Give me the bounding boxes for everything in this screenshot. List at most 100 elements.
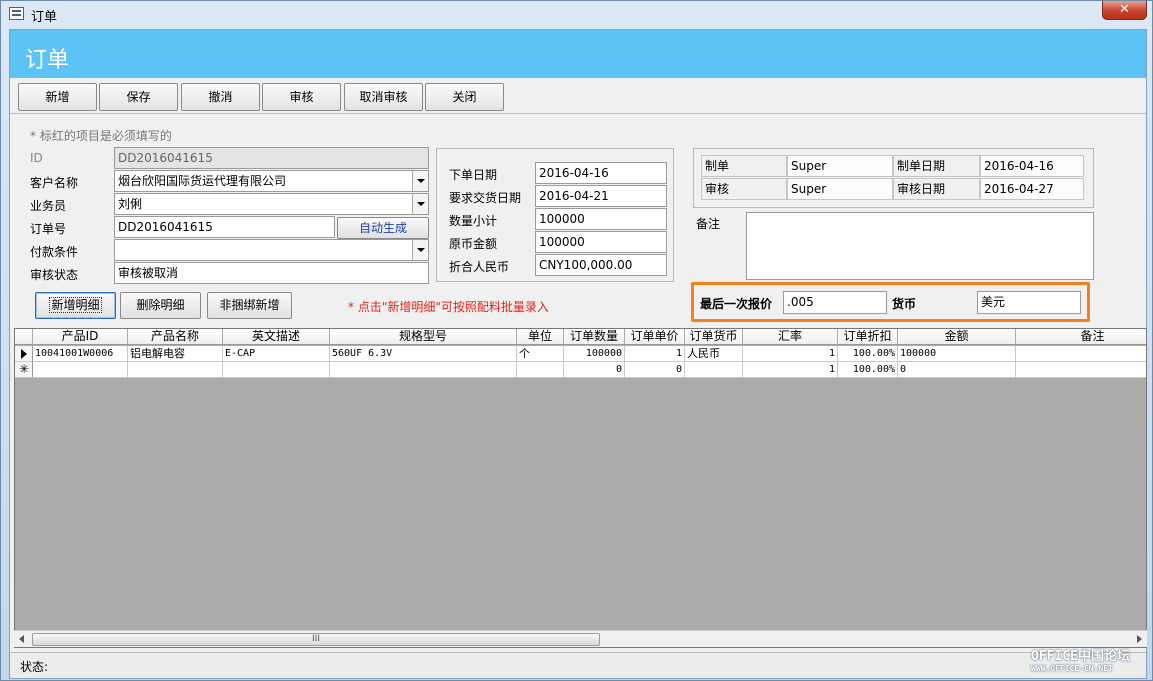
orig-amount-field: 100000: [535, 231, 667, 253]
col-header[interactable]: 产品名称: [128, 329, 223, 345]
col-header[interactable]: 订单货币: [685, 329, 743, 345]
audit-info-panel: 制单 Super 制单日期 2016-04-16 审核 Super 审核日期 2…: [693, 148, 1094, 208]
table-cell[interactable]: 0: [898, 362, 1016, 378]
table-cell[interactable]: 1: [743, 346, 838, 362]
audit-status-label: 审核状态: [30, 268, 79, 282]
unbundled-add-button[interactable]: 非捆绑新增: [207, 292, 292, 319]
page-title: 订单: [25, 48, 70, 73]
close-window-button[interactable]: ✕: [1102, 1, 1147, 20]
table-cell[interactable]: [128, 362, 223, 378]
table-cell[interactable]: 1: [625, 346, 685, 362]
order-date-label: 下单日期: [449, 168, 498, 182]
table-cell[interactable]: [33, 362, 128, 378]
col-header[interactable]: 金额: [898, 329, 1016, 345]
order-detail-grid: 产品ID 产品名称 英文描述 规格型号 单位 订单数量 订单单价 订单货币 汇率…: [14, 328, 1147, 648]
remark-textarea[interactable]: [746, 212, 1094, 280]
table-cell[interactable]: [1016, 362, 1146, 378]
order-summary-panel: 下单日期 2016-04-16 要求交货日期 2016-04-21 数量小计 1…: [436, 148, 674, 282]
salesman-label: 业务员: [30, 199, 67, 213]
table-cell[interactable]: 100.00%: [838, 346, 898, 362]
order-no-field[interactable]: DD2016041615: [114, 216, 335, 238]
undo-button[interactable]: 撤消: [181, 83, 260, 111]
col-header[interactable]: 单位: [517, 329, 564, 345]
table-cell[interactable]: 人民币: [685, 346, 743, 362]
table-cell[interactable]: [517, 362, 564, 378]
horizontal-scrollbar[interactable]: III: [14, 630, 1147, 647]
status-bar: 状态:: [10, 652, 1146, 678]
col-header[interactable]: 英文描述: [223, 329, 330, 345]
last-price-field: .005: [783, 291, 887, 314]
scroll-right-icon[interactable]: [1137, 635, 1142, 643]
col-header[interactable]: 规格型号: [330, 329, 517, 345]
window-title: 订单: [31, 10, 58, 25]
new-row-selector[interactable]: ✳: [15, 362, 33, 378]
customer-label: 客户名称: [30, 176, 79, 190]
delivery-date-label: 要求交货日期: [449, 191, 522, 205]
scrollbar-thumb[interactable]: III: [32, 633, 600, 646]
new-button[interactable]: 新增: [18, 83, 97, 111]
table-cell[interactable]: 100.00%: [838, 362, 898, 378]
make-date-label: 制单日期: [893, 155, 980, 177]
audit-status-field: 审核被取消: [114, 262, 429, 284]
table-cell[interactable]: 100000: [564, 346, 625, 362]
cancel-audit-button[interactable]: 取消审核: [344, 83, 423, 111]
order-no-label: 订单号: [30, 222, 67, 236]
watermark-line2: WWW.OFFICE-CN.NET: [1031, 664, 1113, 673]
site-watermark: OFFICE中国论坛 WWW.OFFICE-CN.NET: [1031, 650, 1149, 674]
table-header-row: 产品ID 产品名称 英文描述 规格型号 单位 订单数量 订单单价 订单货币 汇率…: [15, 329, 1146, 345]
col-header[interactable]: 产品ID: [33, 329, 128, 345]
col-header[interactable]: 订单折扣: [838, 329, 898, 345]
batch-entry-hint: * 点击"新增明细"可按照配料批量录入: [348, 300, 549, 314]
customer-select[interactable]: 烟台欣阳国际货运代理有限公司: [114, 170, 429, 192]
salesman-select[interactable]: 刘俐: [114, 193, 429, 215]
status-label: 状态:: [20, 660, 49, 674]
id-label: ID: [30, 151, 43, 165]
table-cell[interactable]: [685, 362, 743, 378]
remark-label: 备注: [696, 217, 721, 231]
currency-label: 货币: [892, 297, 917, 311]
table-cell[interactable]: 个: [517, 346, 564, 362]
rmb-field: CNY100,000.00: [535, 254, 667, 276]
table-cell[interactable]: 100000: [898, 346, 1016, 362]
table-row[interactable]: 10041001W0006 铝电解电容 E-CAP 560UF 6.3V 个 1…: [15, 346, 1146, 362]
required-hint: * 标红的项目是必须填写的: [30, 129, 172, 143]
chevron-down-icon[interactable]: [412, 171, 428, 191]
title-bar: 订单 ✕: [1, 1, 1152, 27]
save-button[interactable]: 保存: [99, 83, 178, 111]
table-cell[interactable]: 10041001W0006: [33, 346, 128, 362]
col-header[interactable]: 订单单价: [625, 329, 685, 345]
table-cell[interactable]: 1: [743, 362, 838, 378]
table-cell[interactable]: 0: [625, 362, 685, 378]
current-row-selector[interactable]: [15, 346, 33, 362]
table-cell[interactable]: 0: [564, 362, 625, 378]
audit-button[interactable]: 审核: [262, 83, 341, 111]
payment-select[interactable]: [114, 239, 429, 261]
col-header[interactable]: 汇率: [743, 329, 838, 345]
chevron-down-icon[interactable]: [412, 240, 428, 260]
new-record-row[interactable]: ✳ 0 0 1 100.00% 0: [15, 362, 1146, 378]
delivery-date-field[interactable]: 2016-04-21: [535, 185, 667, 207]
table-cell[interactable]: E-CAP: [223, 346, 330, 362]
scroll-left-icon[interactable]: [19, 635, 24, 643]
table-cell[interactable]: 560UF 6.3V: [330, 346, 517, 362]
table-cell[interactable]: 铝电解电容: [128, 346, 223, 362]
row-selector-header[interactable]: [15, 329, 33, 345]
close-form-button[interactable]: 关闭: [425, 83, 504, 111]
customer-value: 烟台欣阳国际货运代理有限公司: [118, 174, 287, 188]
add-detail-button[interactable]: 新增明细: [35, 292, 116, 319]
orig-amount-label: 原币金额: [449, 237, 498, 251]
col-header[interactable]: 订单数量: [564, 329, 625, 345]
maker-field: Super: [787, 155, 893, 177]
last-quote-box: 最后一次报价 .005 货币 美元: [691, 282, 1090, 322]
auditor-field: Super: [787, 178, 893, 200]
auto-generate-button[interactable]: 自动生成: [337, 217, 429, 239]
order-date-field[interactable]: 2016-04-16: [535, 162, 667, 184]
col-header[interactable]: 备注: [1016, 329, 1146, 345]
table-cell[interactable]: [1016, 346, 1146, 362]
new-record-icon: ✳: [19, 362, 30, 376]
delete-detail-button[interactable]: 删除明细: [120, 292, 201, 319]
watermark-line1: OFFICE中国论坛: [1031, 649, 1130, 664]
chevron-down-icon[interactable]: [412, 194, 428, 214]
table-cell[interactable]: [330, 362, 517, 378]
table-cell[interactable]: [223, 362, 330, 378]
